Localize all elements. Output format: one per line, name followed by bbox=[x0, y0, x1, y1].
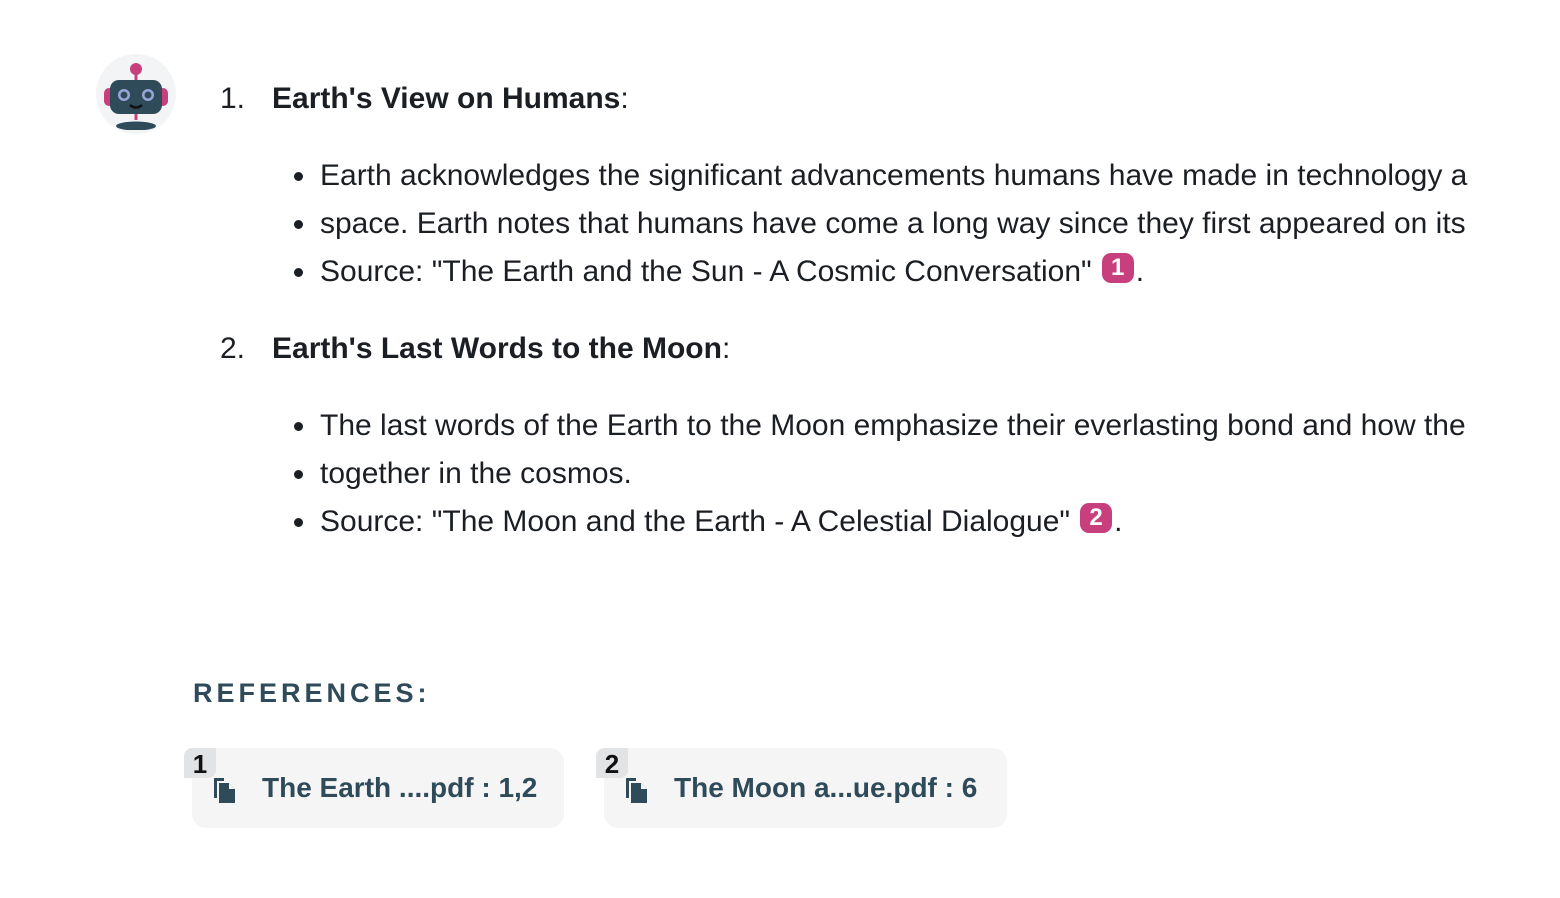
reference-label: The Moon a...ue.pdf : 6 bbox=[674, 772, 978, 803]
bullet-text: Source: "The Moon and the Earth - A Cele… bbox=[320, 505, 1071, 538]
bullet-item: Earth acknowledges the significant advan… bbox=[294, 152, 1560, 200]
assistant-message: 1. Earth's View on Humans: Earth acknowl… bbox=[220, 72, 1560, 546]
bullet-text: The last words of the Earth to the Moon … bbox=[320, 409, 1466, 442]
references-list: 1 The Earth ....pdf : 1,2 2 The Moon a..… bbox=[184, 748, 1007, 828]
bullet-item: together in the cosmos. bbox=[294, 450, 1560, 498]
assistant-avatar bbox=[96, 54, 176, 134]
section-colon: : bbox=[721, 332, 731, 365]
bullet-item: space. Earth notes that humans have come… bbox=[294, 200, 1560, 248]
citation-badge[interactable]: 2 bbox=[1080, 503, 1113, 533]
bullet-text: Earth acknowledges the significant advan… bbox=[320, 159, 1468, 192]
section-heading: 2. Earth's Last Words to the Moon: bbox=[220, 322, 1560, 376]
bullet-suffix: . bbox=[1114, 505, 1123, 538]
bullet-text: together in the cosmos. bbox=[320, 457, 632, 490]
answer-section: 2. Earth's Last Words to the Moon: The l… bbox=[220, 322, 1560, 546]
bullet-item: The last words of the Earth to the Moon … bbox=[294, 402, 1560, 450]
reference-card[interactable]: 2 The Moon a...ue.pdf : 6 bbox=[596, 748, 1007, 828]
list-number: 1. bbox=[220, 82, 246, 115]
bullet-text: space. Earth notes that humans have come… bbox=[320, 207, 1466, 240]
reference-number: 2 bbox=[596, 748, 628, 779]
section-title: Earth's Last Words to the Moon bbox=[272, 332, 722, 365]
section-title: Earth's View on Humans bbox=[272, 82, 621, 115]
references-heading: REFERENCES: bbox=[193, 678, 431, 708]
list-number: 2. bbox=[220, 332, 246, 365]
reference-number: 1 bbox=[184, 748, 216, 779]
reference-label: The Earth ....pdf : 1,2 bbox=[262, 772, 538, 803]
file-copy-icon bbox=[626, 778, 647, 803]
section-heading: 1. Earth's View on Humans: bbox=[220, 72, 1560, 126]
bullet-list: Earth acknowledges the significant advan… bbox=[220, 152, 1560, 296]
bullet-text: Source: "The Earth and the Sun - A Cosmi… bbox=[320, 255, 1092, 288]
reference-card[interactable]: 1 The Earth ....pdf : 1,2 bbox=[184, 748, 564, 828]
bullet-item: Source: "The Earth and the Sun - A Cosmi… bbox=[294, 248, 1560, 296]
bullet-item: Source: "The Moon and the Earth - A Cele… bbox=[294, 498, 1560, 546]
bullet-suffix: . bbox=[1135, 255, 1145, 288]
answer-section: 1. Earth's View on Humans: Earth acknowl… bbox=[220, 72, 1560, 296]
file-copy-icon bbox=[214, 778, 235, 803]
robot-icon bbox=[104, 63, 168, 130]
section-colon: : bbox=[620, 82, 629, 115]
citation-badge[interactable]: 1 bbox=[1101, 253, 1134, 283]
bullet-list: The last words of the Earth to the Moon … bbox=[220, 402, 1560, 546]
